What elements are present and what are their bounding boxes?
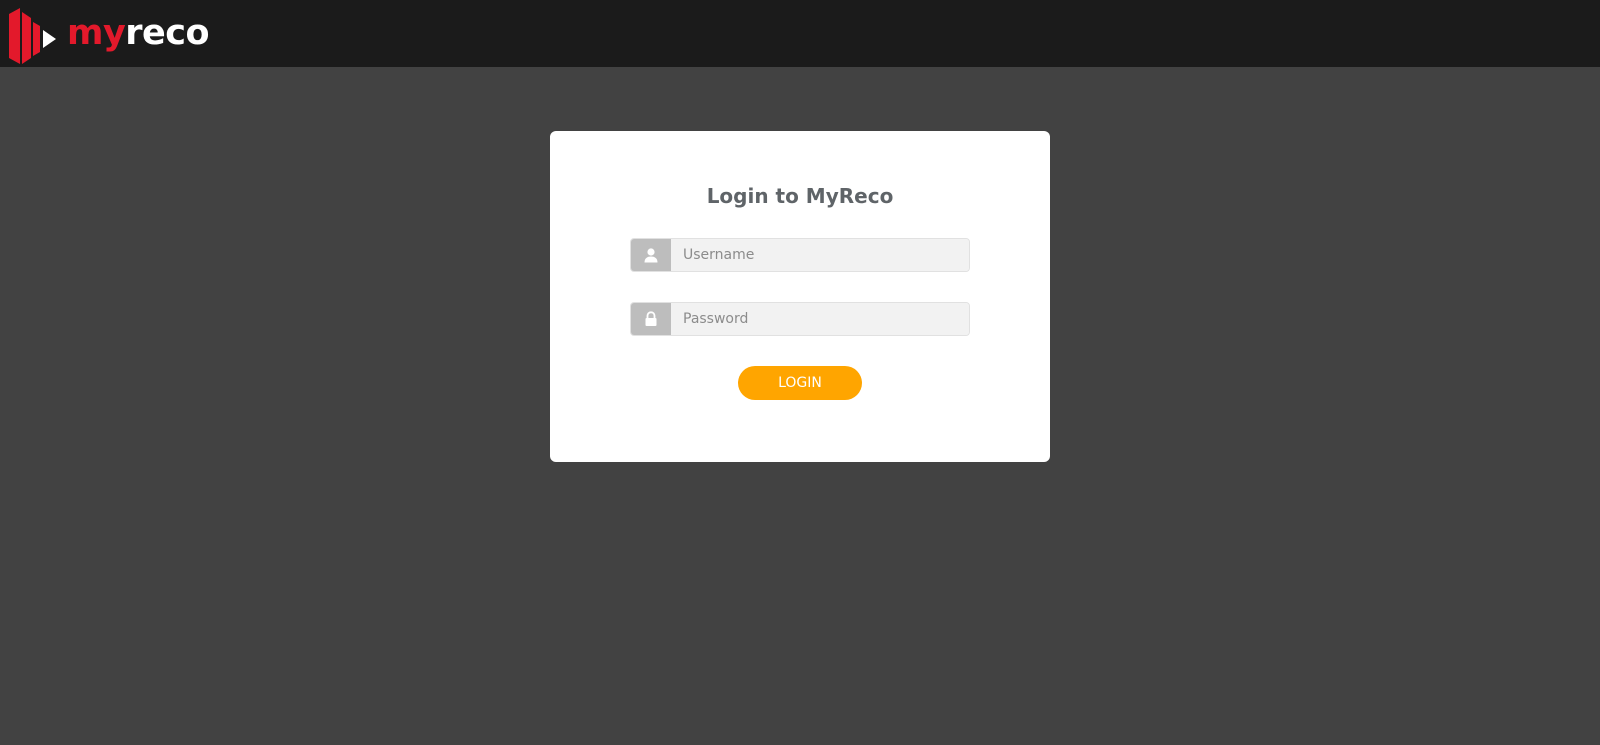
- username-field: [630, 238, 970, 272]
- lock-icon: [631, 303, 671, 335]
- password-input[interactable]: [671, 303, 969, 335]
- password-field: [630, 302, 970, 336]
- top-bar: myreco: [0, 0, 1600, 67]
- login-title: Login to MyReco: [706, 184, 894, 208]
- login-button[interactable]: LOGIN: [738, 366, 862, 400]
- logo-text-reco: reco: [125, 12, 210, 53]
- myreco-logo-icon: [9, 8, 56, 64]
- logo-text-my: my: [67, 12, 126, 53]
- login-card: Login to MyReco LOGIN: [550, 131, 1050, 462]
- logo[interactable]: myreco: [7, 8, 210, 64]
- user-icon: [631, 239, 671, 271]
- username-input[interactable]: [671, 239, 969, 271]
- logo-text: myreco: [67, 12, 210, 53]
